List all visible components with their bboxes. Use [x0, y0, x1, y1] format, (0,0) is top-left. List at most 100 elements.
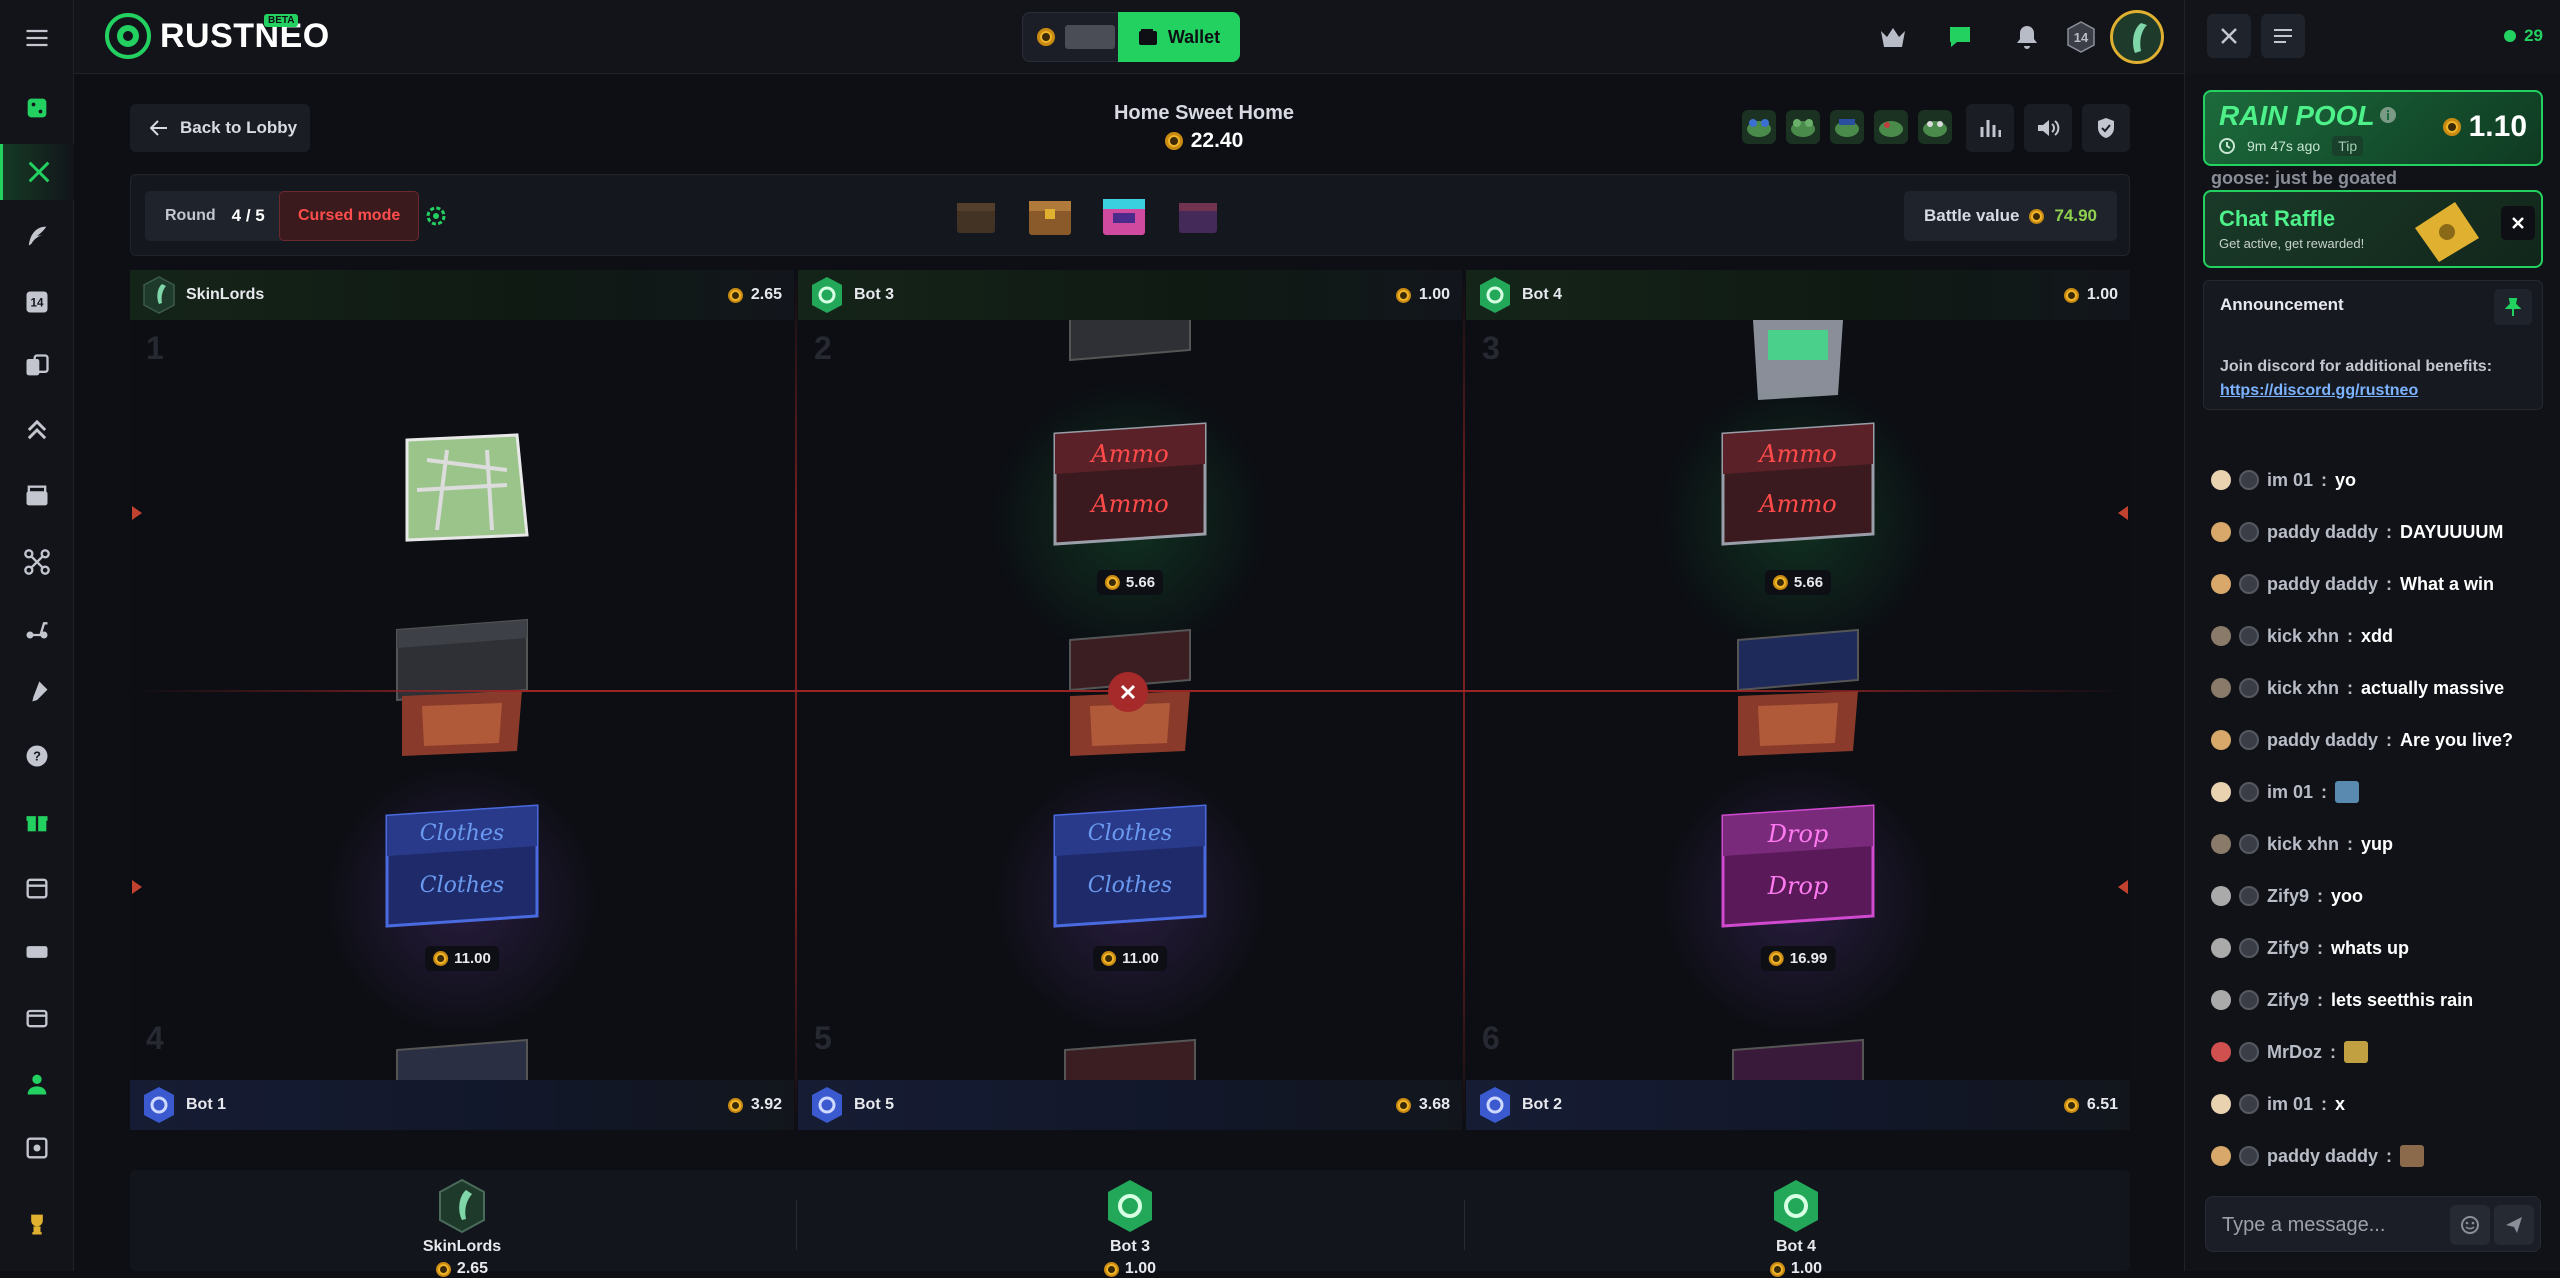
bell-icon[interactable]	[2010, 20, 2044, 54]
username[interactable]: paddy daddy	[2267, 522, 2378, 543]
battle-title-block: Home Sweet Home 22.40	[1034, 102, 1374, 153]
fairness-button[interactable]	[2082, 104, 2130, 152]
feather-icon[interactable]	[0, 208, 74, 264]
mystery-icon[interactable]: ?	[0, 728, 74, 784]
rank-badge-icon	[2239, 938, 2259, 958]
avatar[interactable]	[2211, 574, 2231, 594]
avatar[interactable]	[2211, 1042, 2231, 1062]
wallet-icon	[1138, 29, 1157, 45]
trophy-icon[interactable]	[0, 1196, 74, 1252]
cursed-mode-badge: Cursed mode	[279, 191, 420, 241]
safe-icon[interactable]	[0, 1120, 74, 1176]
user-avatar[interactable]	[2110, 10, 2164, 64]
dice-icon[interactable]	[0, 80, 74, 136]
username[interactable]: paddy daddy	[2267, 1146, 2378, 1167]
player-name: Bot 5	[854, 1096, 894, 1113]
username[interactable]: paddy daddy	[2267, 730, 2378, 751]
username[interactable]: im 01	[2267, 470, 2313, 491]
rain-tip-button[interactable]: Tip	[2332, 136, 2364, 156]
chat-message-input[interactable]	[2222, 1211, 2442, 1239]
rank-badge-icon	[2239, 522, 2259, 542]
graffiti-case-icon[interactable]	[1173, 185, 1223, 245]
site-logo[interactable]: RUSTNEO BETA	[104, 12, 330, 60]
username[interactable]: Zify9	[2267, 990, 2309, 1011]
battle-view: Back to Lobby Home Sweet Home 22.40 Roun…	[74, 74, 2184, 1277]
drone-icon[interactable]	[0, 534, 74, 590]
username[interactable]: kick xhn	[2267, 834, 2339, 855]
battle-grid: SkinLords 2.65 1 Clothes Clothes 11.00 4 …	[130, 270, 2130, 1130]
price-value: 11.00	[1122, 950, 1159, 967]
case-icon[interactable]	[0, 468, 74, 524]
back-to-lobby-button[interactable]: Back to Lobby	[130, 104, 310, 152]
pin-button[interactable]	[2494, 289, 2532, 325]
avatar[interactable]	[2211, 1094, 2231, 1114]
avatar[interactable]	[2211, 522, 2231, 542]
coin-icon	[1104, 575, 1120, 590]
frog-case-icon[interactable]	[1830, 110, 1864, 144]
avatar[interactable]	[2211, 730, 2231, 750]
frog-case-icon[interactable]	[1786, 110, 1820, 144]
balance-display[interactable]	[1022, 12, 1120, 62]
level-badge[interactable]: 14	[2064, 20, 2098, 54]
stats-button[interactable]	[1966, 104, 2014, 152]
username[interactable]: im 01	[2267, 1094, 2313, 1115]
battle-value: Battle value 74.90	[1904, 191, 2117, 241]
profile-icon[interactable]	[0, 1056, 74, 1112]
username[interactable]: Zify9	[2267, 886, 2309, 907]
bot-avatar-icon	[812, 277, 842, 313]
gift-icon[interactable]	[0, 794, 74, 850]
username[interactable]: paddy daddy	[2267, 574, 2378, 595]
sound-button[interactable]	[2024, 104, 2072, 152]
chat-rules-button[interactable]	[2261, 14, 2305, 58]
battle-value-label: Battle value	[1924, 206, 2020, 225]
coin-icon	[1164, 132, 1183, 150]
player-footer: Bot 1 3.92	[130, 1080, 794, 1130]
username[interactable]: MrDoz	[2267, 1042, 2322, 1063]
scooter-icon[interactable]	[0, 600, 74, 656]
menu-icon[interactable]	[0, 10, 74, 66]
player-footer: Bot 2 6.51	[1466, 1080, 2130, 1130]
summary-player: Bot 3 1.00	[1020, 1178, 1240, 1278]
username[interactable]: im 01	[2267, 782, 2313, 803]
rank-badge-icon	[2239, 886, 2259, 906]
chat-bubble-icon[interactable]	[1943, 20, 1977, 54]
svg-text:Ammo: Ammo	[1089, 490, 1168, 518]
avatar[interactable]	[2211, 938, 2231, 958]
username[interactable]: kick xhn	[2267, 678, 2339, 699]
avatar[interactable]	[2211, 834, 2231, 854]
avatar[interactable]	[2211, 626, 2231, 646]
username[interactable]: Zify9	[2267, 938, 2309, 959]
battles-icon[interactable]	[0, 144, 74, 200]
avatar[interactable]	[2211, 470, 2231, 490]
avatar[interactable]	[2211, 990, 2231, 1010]
cards-icon[interactable]	[0, 338, 74, 394]
crown-icon[interactable]	[1876, 20, 1910, 54]
discord-link[interactable]: https://discord.gg/rustneo	[2220, 382, 2418, 399]
close-raffle-button[interactable]	[2501, 206, 2535, 240]
rain-pool-card[interactable]: RAIN POOL 9m 47s ago Tip 1.10	[2203, 90, 2543, 166]
rocket-icon[interactable]	[0, 664, 74, 720]
avatar[interactable]	[2211, 886, 2231, 906]
calendar-icon[interactable]	[0, 860, 74, 916]
avatar[interactable]	[2211, 782, 2231, 802]
wallet-button[interactable]: Wallet	[1118, 12, 1240, 62]
username[interactable]: kick xhn	[2267, 626, 2339, 647]
frog-case-icon[interactable]	[1742, 110, 1776, 144]
bot-avatar-icon	[1774, 1180, 1818, 1232]
emoji-button[interactable]	[2450, 1205, 2490, 1245]
send-button[interactable]	[2494, 1205, 2534, 1245]
avatar[interactable]	[2211, 678, 2231, 698]
shop-icon[interactable]	[0, 990, 74, 1046]
wood-case-icon[interactable]	[951, 185, 1001, 245]
info-icon[interactable]	[2379, 106, 2397, 124]
ticket-icon[interactable]	[0, 924, 74, 980]
frog-case-icon[interactable]	[1874, 110, 1908, 144]
close-chat-button[interactable]	[2207, 14, 2251, 58]
neon-case-icon[interactable]	[1099, 185, 1149, 245]
level-icon[interactable]: 14	[0, 274, 74, 330]
frog-case-icon[interactable]	[1918, 110, 1952, 144]
chat-raffle-card[interactable]: Chat Raffle Get active, get rewarded!	[2203, 190, 2543, 268]
treasure-case-icon[interactable]	[1025, 185, 1075, 245]
avatar[interactable]	[2211, 1146, 2231, 1166]
upgrade-icon[interactable]	[0, 402, 74, 458]
